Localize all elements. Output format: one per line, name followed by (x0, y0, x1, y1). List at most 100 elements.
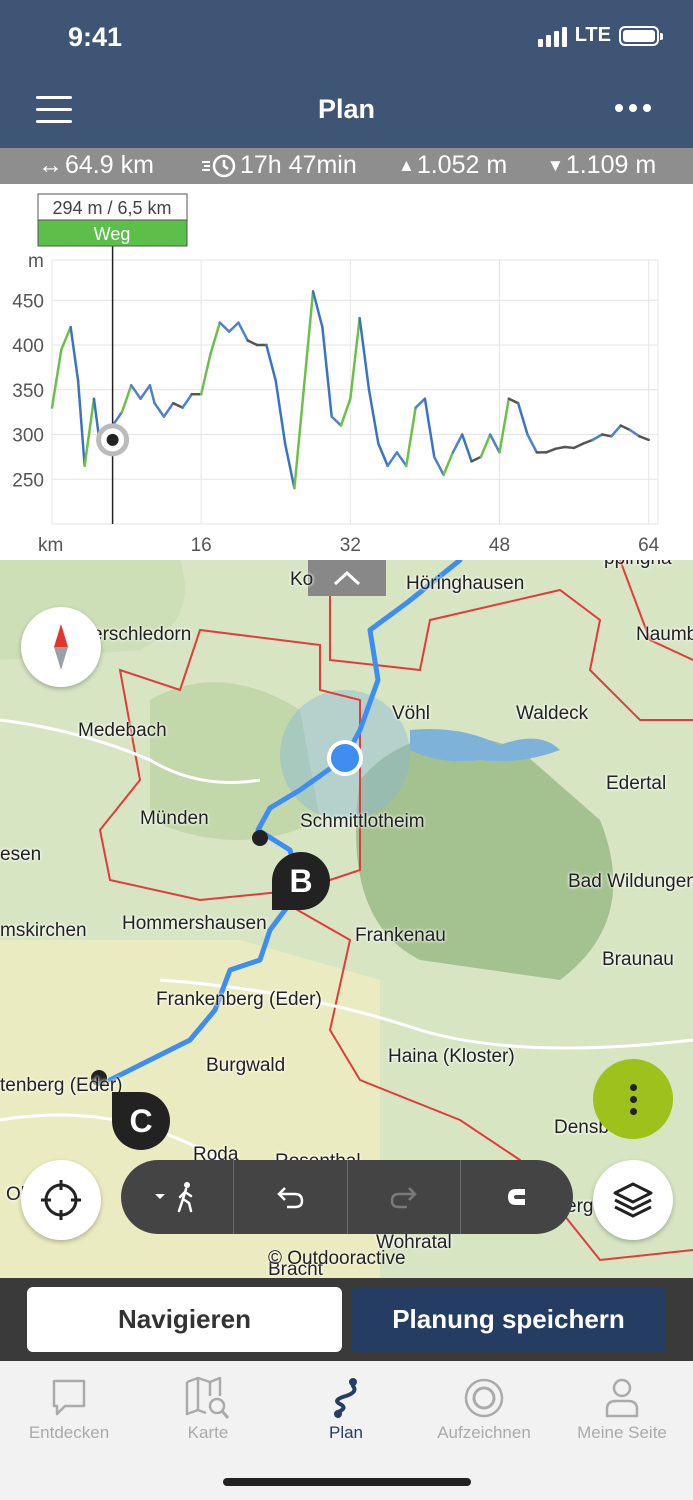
y-tick-label: 400 (12, 336, 44, 357)
map-label: Burgwald (206, 1055, 286, 1076)
route-toolbar (121, 1160, 573, 1234)
elevation-segment (339, 397, 352, 427)
undo-button[interactable] (234, 1160, 348, 1234)
elevation-segment (572, 442, 585, 450)
elevation-segment (516, 401, 529, 436)
elevation-segment (470, 455, 483, 463)
network-label: LTE (574, 24, 611, 46)
map-label: Frankenberg (Eder) (156, 989, 322, 1010)
map-options-button[interactable] (593, 1059, 673, 1139)
signal-icon (537, 25, 567, 47)
app-header: 9:41 LTE Plan (0, 0, 693, 148)
map-label: esen (0, 844, 42, 865)
x-axis-label: km (38, 535, 63, 556)
waypoint-label: C (129, 1102, 153, 1139)
elevation-segment (377, 442, 389, 468)
tab-aufzeichnen[interactable]: Aufzeichnen (415, 1373, 553, 1443)
battery-icon (619, 25, 663, 46)
elevation-segment (60, 325, 72, 351)
expand-profile-button[interactable] (308, 560, 386, 596)
elevation-segment (321, 325, 333, 418)
elevation-segment (349, 316, 361, 400)
elevation-segment (638, 435, 650, 442)
snap-to-route-button[interactable] (461, 1160, 573, 1234)
elevation-segment (498, 397, 511, 454)
elevation-segment (181, 392, 194, 409)
navigate-button[interactable]: Navigieren (27, 1287, 342, 1352)
elevation-segment (432, 455, 445, 477)
elevation-profile[interactable]: 450 400 350 300 250 16 32 48 64 m km 294 m / 6,5 km… (0, 184, 693, 560)
elevation-segment (302, 290, 315, 392)
distance-icon: ↔ (38, 151, 63, 179)
elevation-segment (129, 384, 142, 400)
compass-button[interactable] (21, 607, 101, 687)
duration-stat: 17h 47min (200, 151, 357, 180)
map-label: Haina (Kloster) (388, 1046, 515, 1067)
tab-meine-seite[interactable]: Meine Seite (553, 1373, 691, 1443)
ascent-stat: ▲ 1.052 m (398, 151, 507, 180)
ascent-icon: ▲ (398, 155, 415, 175)
tab-label: Aufzeichnen (437, 1423, 531, 1442)
duration-icon (202, 154, 236, 177)
tab-entdecken[interactable]: Entdecken (0, 1373, 138, 1443)
elevation-segment (139, 384, 152, 400)
elevation-chart[interactable]: 450 400 350 300 250 16 32 48 64 m km 294 m / 6,5 km… (0, 184, 693, 560)
elevation-segment (554, 445, 567, 451)
elevation-segment (591, 433, 604, 442)
crosshair-icon (41, 1180, 81, 1220)
elevation-segment (153, 401, 166, 418)
descent-value: 1.109 m (565, 151, 657, 179)
tooltip-surface: Weg (94, 224, 131, 244)
tab-karte[interactable]: Karte (139, 1373, 277, 1443)
x-tick-label: 32 (340, 535, 361, 556)
elevation-segment (293, 388, 305, 490)
map-search-icon (185, 1376, 230, 1419)
magnet-icon (507, 1189, 525, 1205)
waypoint-marker-c[interactable]: C (112, 1092, 170, 1150)
more-options-button[interactable] (615, 104, 651, 112)
y-tick-label: 350 (12, 381, 44, 402)
duration-value: 17h 47min (240, 151, 357, 179)
elevation-segment (460, 433, 473, 463)
elevation-segment (218, 321, 231, 333)
elevation-segment (526, 433, 539, 454)
elevation-segment (237, 321, 250, 342)
elevation-segment (330, 415, 343, 427)
x-tick-label: 64 (638, 535, 660, 556)
elevation-segment (50, 348, 63, 409)
y-axis-label: m (28, 251, 44, 272)
action-bar: Navigieren Planung speichern (0, 1278, 693, 1361)
map-view[interactable]: Höringhausen Ko erschledorn Naumb Medeba… (0, 560, 693, 1278)
tab-plan[interactable]: Plan (277, 1373, 415, 1443)
locate-me-button[interactable] (21, 1160, 101, 1240)
elevation-segment (199, 352, 212, 396)
record-icon (464, 1378, 504, 1418)
save-plan-button[interactable]: Planung speichern (351, 1287, 666, 1352)
elevation-segment (265, 343, 278, 383)
map-label: Münden (140, 808, 209, 829)
map-label: Waldeck (516, 703, 589, 724)
elevation-segment (148, 384, 156, 405)
ascent-value: 1.052 m (416, 151, 508, 179)
map-label: Medebach (78, 720, 167, 741)
waypoint-marker-b[interactable]: B (272, 852, 330, 910)
elevation-segment (83, 397, 96, 468)
map-label: Braunau (602, 949, 674, 970)
layers-button[interactable] (593, 1160, 673, 1240)
elevation-segment (423, 397, 436, 459)
elevation-segment (600, 433, 613, 438)
elevation-segment (582, 438, 594, 445)
map-label: mskirchen (0, 920, 87, 941)
elevation-segment (246, 339, 259, 347)
elevation-segment (479, 433, 492, 459)
plot-frame (51, 259, 659, 525)
y-tick-label: 250 (12, 470, 44, 491)
redo-icon (390, 1187, 417, 1209)
tab-label: Entdecken (28, 1423, 110, 1442)
map-label: Hommershausen (122, 913, 267, 934)
tooltip-value: 294 m / 6,5 km (52, 198, 171, 218)
redo-button[interactable] (348, 1160, 461, 1234)
activity-type-button[interactable] (121, 1160, 235, 1234)
distance-stat: ↔ 64.9 km (38, 151, 154, 180)
map-label: Edertal (606, 773, 667, 794)
